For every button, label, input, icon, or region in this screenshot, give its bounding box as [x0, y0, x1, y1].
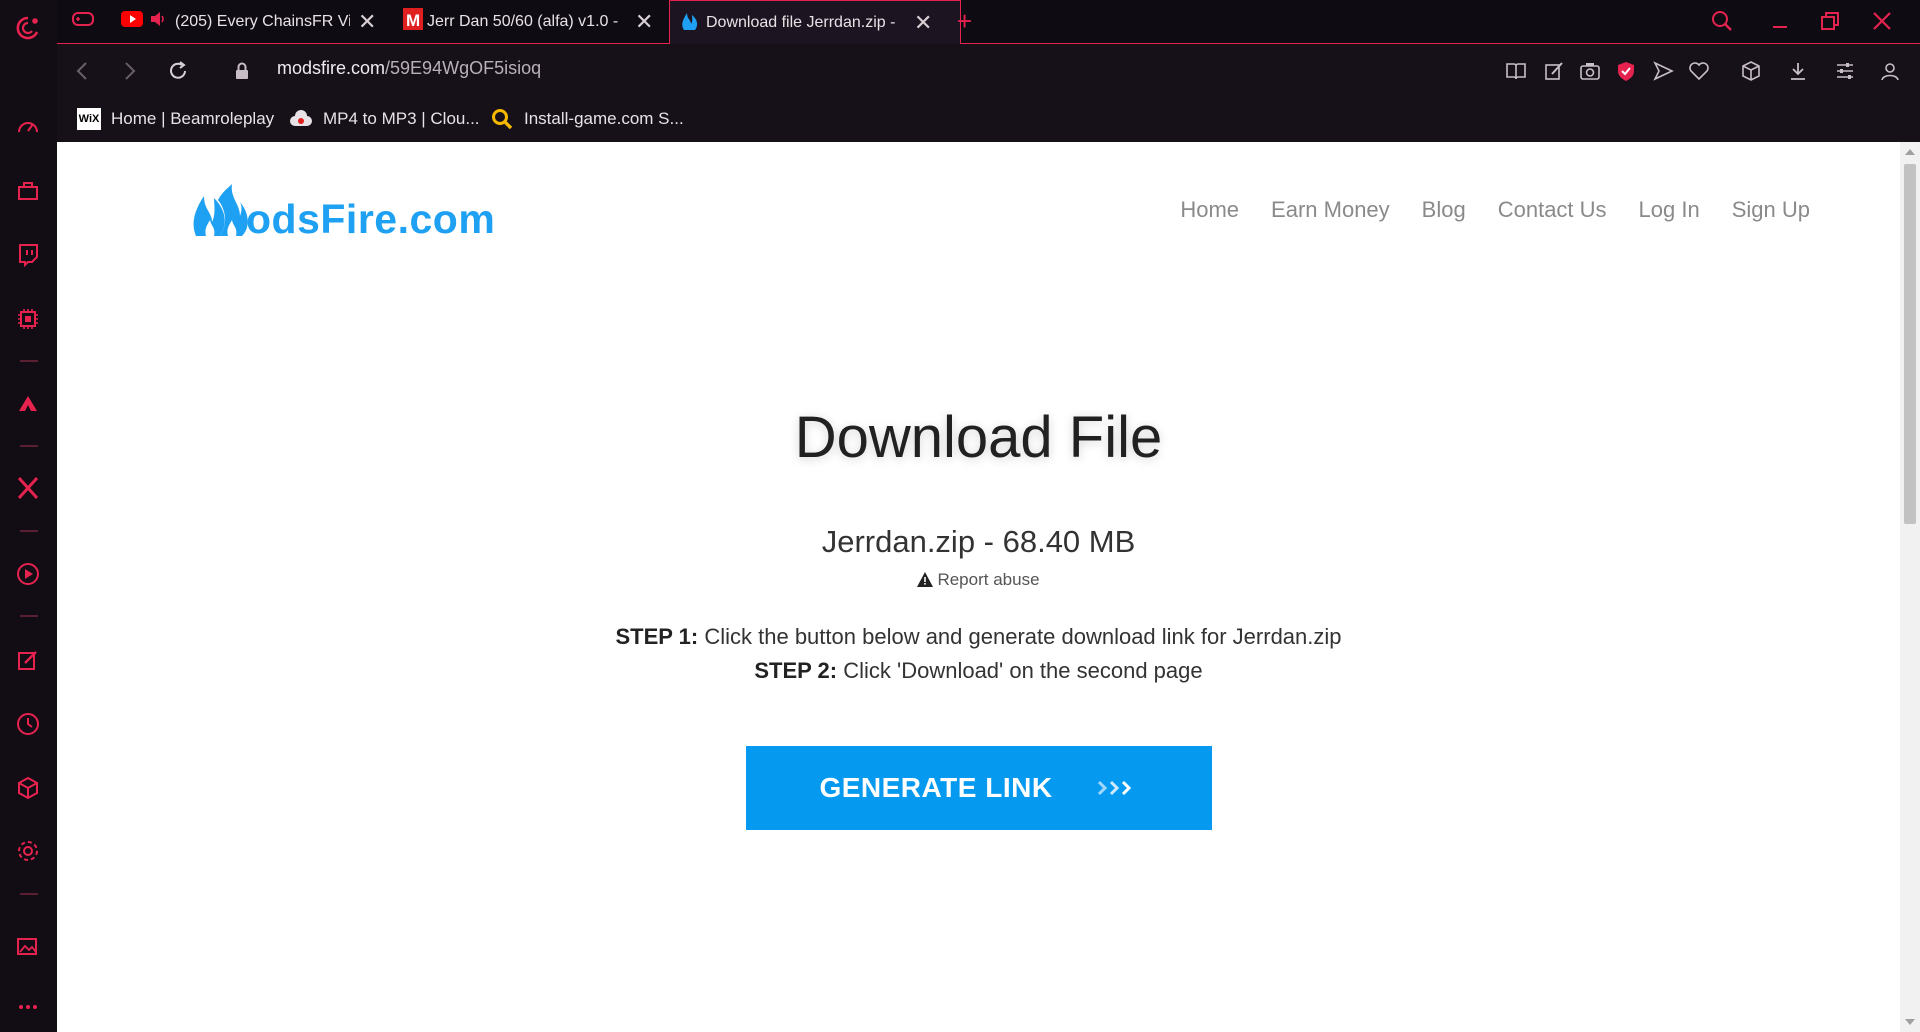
gx-corner-tab[interactable]	[71, 0, 111, 43]
sidebar-divider	[20, 615, 38, 617]
x-twitter-icon[interactable]	[11, 471, 45, 505]
adblock-shield-icon[interactable]	[1613, 58, 1639, 84]
shopping-bag-icon[interactable]	[11, 173, 45, 207]
heart-favorite-icon[interactable]	[1686, 58, 1712, 84]
svg-text:M: M	[406, 11, 420, 30]
report-abuse-link[interactable]: Report abuse	[57, 570, 1900, 592]
player-icon[interactable]	[11, 557, 45, 591]
tab-strip: (205) Every ChainsFR Vi ✕ M Jerr Dan 50/…	[57, 0, 1920, 45]
edit-snap-icon[interactable]	[1541, 58, 1567, 84]
step-1-instruction: STEP 1: Click the button below and gener…	[57, 624, 1900, 650]
bookmark-label: MP4 to MP3 | Clou...	[323, 109, 480, 128]
scroll-down-arrow-icon[interactable]	[1905, 1019, 1915, 1025]
reader-mode-icon[interactable]	[1503, 58, 1529, 84]
sidebar-divider	[20, 530, 38, 532]
bookmark-label: Install-game.com S...	[524, 109, 684, 128]
bookmark-mp4-to-mp3[interactable]: MP4 to MP3 | Clou...	[289, 106, 480, 132]
close-tab-icon[interactable]: ✕	[914, 12, 932, 34]
easy-setup-sliders-icon[interactable]	[1832, 58, 1858, 84]
youtube-icon	[121, 11, 143, 32]
nav-sign-up[interactable]: Sign Up	[1732, 197, 1810, 223]
twitch-icon[interactable]	[11, 237, 45, 271]
speaker-icon[interactable]	[149, 11, 167, 32]
wix-icon: WiX	[77, 108, 101, 130]
pinboard-icon[interactable]	[11, 643, 45, 677]
nav-blog[interactable]: Blog	[1422, 197, 1466, 223]
back-button[interactable]	[67, 56, 97, 86]
nav-earn-money[interactable]: Earn Money	[1271, 197, 1390, 223]
generate-link-label: GENERATE LINK	[819, 772, 1053, 803]
scroll-up-arrow-icon[interactable]	[1905, 149, 1915, 155]
modsfire-logo[interactable]: odsFire.com	[192, 182, 495, 240]
url-domain: modsfire.com	[277, 58, 386, 78]
tab-search-icon[interactable]	[1706, 6, 1738, 36]
gamepad-icon	[71, 10, 95, 33]
url-path: /59E94WgOF5isioq	[385, 58, 542, 78]
history-clock-icon[interactable]	[11, 707, 45, 741]
site-navigation: Home Earn Money Blog Contact Us Log In S…	[1180, 197, 1810, 223]
bookmark-label: Home | Beamroleplay	[111, 109, 275, 128]
tab-title: Download file Jerrdan.zip -	[706, 14, 896, 31]
step-1-label: STEP 1:	[615, 624, 699, 649]
wallpaper-gallery-icon[interactable]	[11, 929, 45, 963]
restore-window-icon[interactable]	[1814, 6, 1846, 36]
warning-triangle-icon	[917, 572, 934, 592]
modsfire-icon	[680, 10, 700, 37]
sidebar-divider	[20, 445, 38, 447]
close-tab-icon[interactable]: ✕	[358, 10, 376, 33]
send-flow-icon[interactable]	[1650, 58, 1676, 84]
triple-chevron-icon	[1097, 778, 1139, 798]
tab-modsfire-download[interactable]: Download file Jerrdan.zip - ✕	[669, 0, 961, 45]
opera-gx-logo-icon[interactable]	[11, 11, 45, 45]
cloud-converter-icon	[289, 107, 313, 131]
bookmark-install-game[interactable]: Install-game.com S...	[490, 106, 684, 132]
file-name-size: Jerrdan.zip - 68.40 MB	[821, 524, 1136, 559]
url-field[interactable]: modsfire.com/59E94WgOF5isioq	[277, 58, 541, 79]
tab-youtube[interactable]: (205) Every ChainsFR Vi ✕	[119, 0, 431, 43]
step-2-instruction: STEP 2: Click 'Download' on the second p…	[57, 658, 1900, 684]
lock-icon[interactable]	[227, 56, 257, 86]
scrollbar-thumb[interactable]	[1904, 164, 1916, 524]
forward-button[interactable]	[115, 56, 145, 86]
speedometer-icon[interactable]	[11, 110, 45, 144]
generate-link-button[interactable]: GENERATE LINK	[746, 746, 1212, 830]
logo-text: odsFire.com	[246, 196, 496, 242]
nav-home[interactable]: Home	[1180, 197, 1239, 223]
aliexpress-icon[interactable]	[11, 387, 45, 421]
profile-icon[interactable]	[1877, 58, 1903, 84]
address-toolbar: modsfire.com/59E94WgOF5isioq	[57, 44, 1920, 97]
bookmark-beamroleplay[interactable]: WiX Home | Beamroleplay	[77, 106, 274, 132]
close-tab-icon[interactable]: ✕	[635, 10, 653, 33]
download-icon[interactable]	[1785, 58, 1811, 84]
sidebar-divider	[20, 360, 38, 362]
step-2-text: Click 'Download' on the second page	[837, 658, 1203, 683]
reload-button[interactable]	[163, 56, 193, 86]
minimize-icon[interactable]	[1764, 6, 1796, 36]
more-options-icon[interactable]	[11, 990, 45, 1024]
tab-title: (205) Every ChainsFR Vi	[175, 12, 350, 30]
m-site-icon: M	[403, 8, 423, 35]
page-scrollbar[interactable]	[1900, 142, 1920, 1032]
browser-sidebar	[0, 0, 58, 1032]
new-tab-button[interactable]: +	[957, 0, 987, 43]
bookmarks-bar: WiX Home | Beamroleplay MP4 to MP3 | Clo…	[57, 97, 1920, 142]
report-abuse-text: Report abuse	[937, 570, 1040, 589]
close-window-icon[interactable]	[1866, 6, 1898, 36]
extensions-box-icon[interactable]	[1738, 58, 1764, 84]
tab-jerrdan-mod[interactable]: M Jerr Dan 50/60 (alfa) v1.0 - ✕	[399, 0, 713, 43]
extensions-cube-icon[interactable]	[11, 771, 45, 805]
step-2-label: STEP 2:	[754, 658, 838, 683]
nav-contact-us[interactable]: Contact Us	[1498, 197, 1607, 223]
search-magnifier-icon	[490, 107, 514, 131]
hardware-chip-icon[interactable]	[11, 302, 45, 336]
modsfire-flame-m-icon	[193, 184, 248, 236]
step-1-text: Click the button below and generate down…	[698, 624, 1342, 649]
camera-snapshot-icon[interactable]	[1577, 58, 1603, 84]
tab-title: Jerr Dan 50/60 (alfa) v1.0 -	[427, 12, 619, 30]
sidebar-divider	[20, 893, 38, 895]
page-viewport: odsFire.com Home Earn Money Blog Contact…	[57, 142, 1900, 1032]
nav-log-in[interactable]: Log In	[1639, 197, 1700, 223]
page-title: Download File	[794, 405, 1163, 470]
settings-gear-icon[interactable]	[11, 834, 45, 868]
